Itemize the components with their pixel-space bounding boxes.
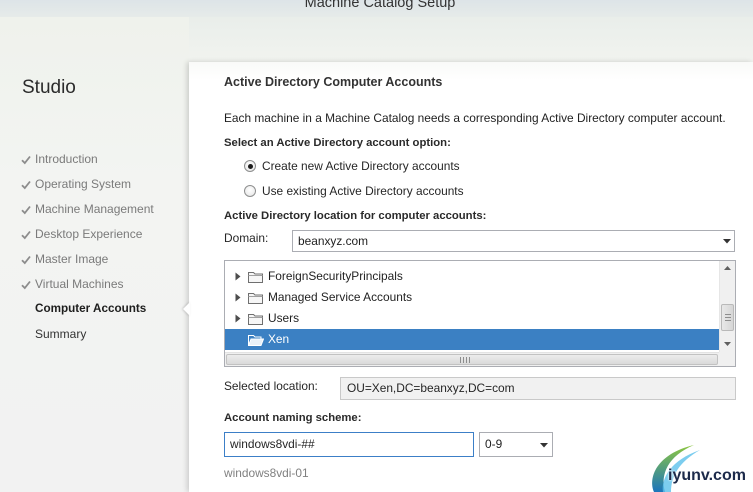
expand-arrow-icon[interactable] — [235, 272, 241, 281]
step-virtual-machines[interactable]: Virtual Machines — [21, 276, 181, 292]
tree-item-label: Managed Service Accounts — [268, 290, 413, 304]
scroll-down-button[interactable] — [720, 337, 735, 352]
watermark-site-text: iyunv.com — [668, 467, 746, 484]
step-label: Operating System — [35, 177, 132, 191]
domain-label: Domain: — [224, 231, 269, 245]
tree-item-label: ForeignSecurityPrincipals — [268, 269, 403, 283]
tree-item-xen[interactable]: Xen — [225, 329, 719, 350]
scrollbar-corner — [719, 352, 735, 366]
window-title: Machine Catalog Setup — [304, 0, 456, 11]
step-label: Machine Management — [35, 202, 154, 216]
tree-item-users[interactable]: Users — [225, 308, 719, 329]
domain-dropdown-value: beanxyz.com — [298, 234, 369, 248]
selected-location-value: OU=Xen,DC=beanxyz,DC=com — [347, 381, 515, 395]
tree-item-label: Xen — [268, 332, 290, 346]
domain-dropdown[interactable]: beanxyz.com — [292, 230, 735, 252]
step-computer-accounts[interactable]: Computer Accounts — [21, 301, 181, 317]
tree-item-label: Users — [268, 311, 300, 325]
chevron-down-icon — [540, 443, 548, 448]
account-option-label: Select an Active Directory account optio… — [224, 137, 451, 149]
step-label: Desktop Experience — [35, 227, 143, 241]
radio-create-new-accounts[interactable] — [244, 160, 256, 172]
chevron-down-icon — [723, 239, 731, 244]
folder-icon — [248, 293, 263, 304]
naming-scheme-label: Account naming scheme: — [224, 412, 362, 424]
step-label: Virtual Machines — [35, 277, 124, 291]
character-type-value: 0-9 — [485, 437, 503, 451]
check-icon — [21, 229, 31, 240]
radio-dot — [247, 163, 253, 169]
step-label: Introduction — [35, 152, 98, 166]
check-icon — [21, 279, 31, 290]
watermark-logo: iyunv.com — [648, 438, 753, 492]
tree-horizontal-scrollbar[interactable] — [225, 352, 719, 366]
step-master-image[interactable]: Master Image — [21, 251, 181, 267]
step-label: Computer Accounts — [35, 302, 147, 315]
tree-item-foreignsecurityprincipals[interactable]: ForeignSecurityPrincipals — [225, 266, 719, 287]
radio-use-existing-accounts-label[interactable]: Use existing Active Directory accounts — [262, 183, 464, 199]
character-type-dropdown[interactable]: 0-9 — [479, 432, 553, 457]
radio-create-new-accounts-label[interactable]: Create new Active Directory accounts — [262, 158, 460, 174]
ad-location-label: Active Directory location for computer a… — [224, 210, 487, 222]
page-description: Each machine in a Machine Catalog needs … — [224, 111, 726, 125]
tree-item-managed-service-accounts[interactable]: Managed Service Accounts — [225, 287, 719, 308]
folder-open-icon — [248, 335, 264, 346]
step-label: Summary — [35, 327, 87, 341]
page-title: Active Directory Computer Accounts — [224, 75, 443, 89]
radio-use-existing-accounts[interactable] — [244, 185, 256, 197]
selected-location-label: Selected location: — [224, 379, 318, 393]
current-step-pointer — [183, 302, 190, 316]
selected-location-field: OU=Xen,DC=beanxyz,DC=com — [340, 377, 736, 400]
check-icon — [21, 254, 31, 265]
ou-tree-view[interactable]: ForeignSecurityPrincipals Managed Servic… — [224, 260, 736, 367]
step-label: Master Image — [35, 252, 109, 266]
folder-icon — [248, 272, 263, 283]
check-icon — [21, 179, 31, 190]
naming-scheme-value: windows8vdi-## — [230, 437, 315, 451]
scroll-up-button[interactable] — [720, 261, 735, 276]
scroll-down-arrow-icon — [724, 342, 731, 346]
expand-arrow-icon[interactable] — [235, 293, 241, 302]
scroll-thumb[interactable] — [721, 304, 734, 331]
naming-scheme-input[interactable]: windows8vdi-## — [224, 432, 474, 457]
step-operating-system[interactable]: Operating System — [21, 176, 181, 192]
tree-vertical-scrollbar[interactable] — [719, 261, 735, 352]
step-desktop-experience[interactable]: Desktop Experience — [21, 226, 181, 242]
folder-icon — [248, 314, 263, 325]
naming-preview: windows8vdi-01 — [224, 466, 309, 480]
step-summary: Summary — [21, 326, 181, 342]
step-introduction[interactable]: Introduction — [21, 151, 181, 167]
step-machine-management[interactable]: Machine Management — [21, 201, 181, 217]
check-icon — [21, 154, 31, 165]
scroll-thumb[interactable] — [226, 354, 718, 365]
expand-arrow-icon[interactable] — [235, 314, 241, 323]
scroll-up-arrow-icon — [724, 266, 731, 270]
studio-title: Studio — [22, 77, 76, 98]
check-icon — [21, 204, 31, 215]
